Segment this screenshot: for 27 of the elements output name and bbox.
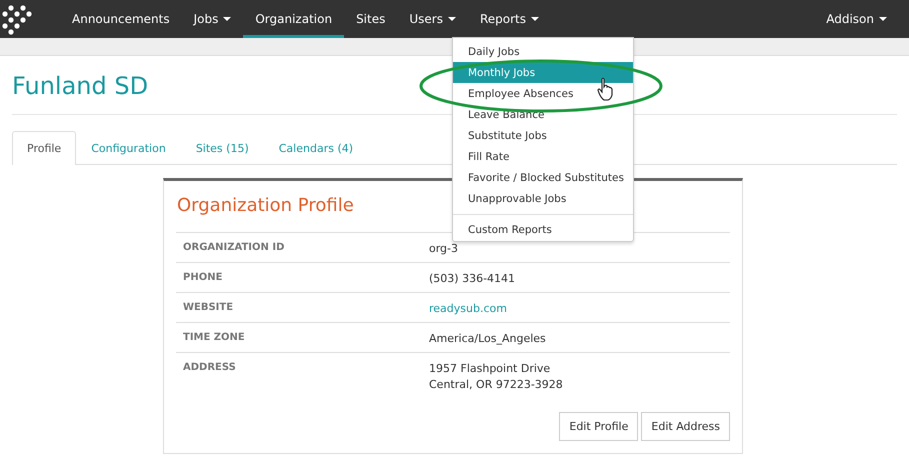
field-label: PHONE bbox=[182, 272, 224, 285]
field-value: (503) 336-4141 bbox=[429, 272, 516, 285]
nav-item[interactable]: Sites bbox=[344, 0, 398, 38]
field-label: ADDRESS bbox=[182, 362, 237, 375]
field-label: WEBSITE bbox=[182, 302, 234, 315]
menu-item[interactable]: Substitute Jobs bbox=[453, 125, 633, 146]
hand-cursor-icon bbox=[597, 77, 615, 101]
field-value: org-3 bbox=[429, 242, 458, 255]
menu-item[interactable]: Fill Rate bbox=[453, 146, 633, 167]
field-label: TIME ZONE bbox=[182, 332, 246, 345]
field-value: America/Los_Angeles bbox=[429, 332, 546, 345]
menu-item[interactable]: Daily Jobs bbox=[453, 41, 633, 62]
menu-item[interactable]: Unapprovable Jobs bbox=[453, 188, 633, 209]
page-title: Funland SD bbox=[12, 72, 148, 100]
edit-button[interactable]: Edit Profile bbox=[559, 412, 638, 441]
edit-button[interactable]: Edit Address bbox=[641, 412, 730, 441]
field-label: ORGANIZATION ID bbox=[182, 242, 286, 255]
field-value: Central, OR 97223-3928 bbox=[429, 378, 563, 391]
menu-item[interactable]: Favorite / Blocked Substitutes bbox=[453, 167, 633, 188]
user-menu[interactable]: Addison bbox=[814, 0, 899, 38]
menu-item[interactable]: Employee Absences bbox=[453, 83, 633, 104]
nav-item[interactable]: Jobs bbox=[182, 0, 244, 38]
field-value: 1957 Flashpoint Drive bbox=[429, 362, 552, 375]
menu-item[interactable]: Custom Reports bbox=[453, 219, 633, 240]
nav-item[interactable]: Announcements bbox=[72, 0, 182, 38]
card-title: Organization Profile bbox=[177, 195, 354, 216]
tab[interactable]: Profile bbox=[12, 131, 76, 165]
